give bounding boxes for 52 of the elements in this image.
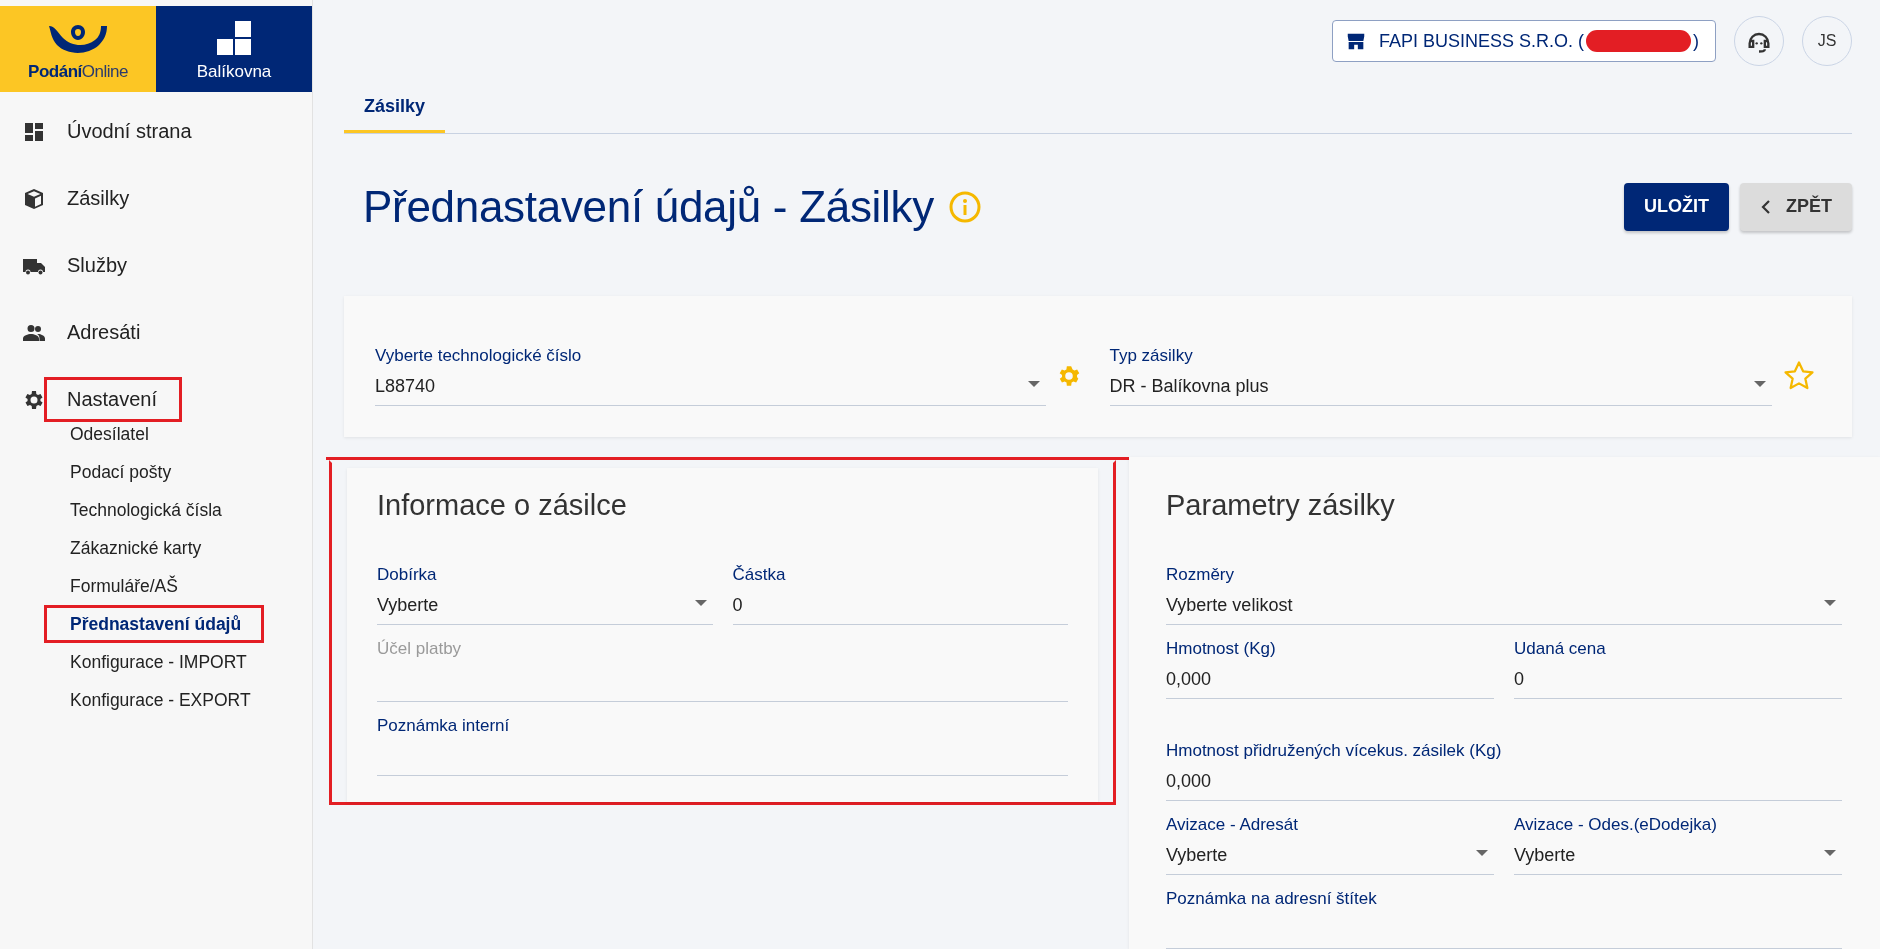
sidebar-subitem[interactable]: Konfigurace - EXPORT	[44, 681, 274, 719]
user-avatar[interactable]: JS	[1802, 16, 1852, 66]
caret-icon	[694, 600, 707, 606]
sidebar-subitem[interactable]: Konfigurace - IMPORT	[44, 643, 270, 681]
sidebar-item[interactable]: Adresáti	[0, 299, 312, 366]
sidebar-label: Adresáti	[66, 320, 142, 345]
input-field[interactable]: Udaná cena 0	[1514, 639, 1842, 699]
caret-icon	[1824, 850, 1836, 856]
company-selector[interactable]: FAPI BUSINESS S.R.O. ( )	[1331, 20, 1716, 62]
caret-icon	[1754, 381, 1766, 388]
sidebar-item[interactable]: Služby	[0, 232, 312, 299]
save-button[interactable]: ULOŽIT	[1624, 182, 1729, 231]
squares-icon	[216, 20, 252, 56]
sidebar-item[interactable]: Zásilky	[0, 165, 312, 232]
logo-text: Balíkovna	[196, 62, 272, 82]
chevron-left-icon	[1760, 199, 1772, 214]
sidebar-subitem[interactable]: Technologická čísla	[44, 491, 245, 529]
sidebar-label: Nastavení	[44, 377, 183, 422]
page-title: Přednastavení údajů - Zásilky	[363, 181, 934, 232]
select-field[interactable]: Typ zásilky DR - Balíkovna plus	[1109, 346, 1772, 407]
back-button[interactable]: ZPĚT	[1740, 182, 1852, 231]
select-field[interactable]: Avizace - Odes.(eDodejka) Vyberte	[1514, 815, 1842, 875]
sidebar-item[interactable]: Úvodní strana	[0, 98, 312, 165]
caret-icon	[1027, 381, 1040, 388]
card-title: Parametry zásilky	[1166, 489, 1396, 522]
input-field[interactable]: Hmotnost (Kg) 0,000	[1166, 639, 1494, 699]
support-button[interactable]	[1734, 16, 1784, 66]
company-name: FAPI BUSINESS S.R.O. ( )	[1378, 30, 1699, 52]
input-field[interactable]: Poznámka na adresní štítek	[1166, 889, 1842, 949]
logo-text: PodáníOnline	[28, 62, 128, 82]
sidebar-label: Úvodní strana	[66, 119, 193, 144]
sidebar-subitem[interactable]: Přednastavení údajů	[44, 605, 265, 643]
info-icon	[947, 189, 982, 224]
select-field[interactable]: Vyberte technologické číslo L88740	[375, 346, 1046, 407]
balikovna-logo[interactable]: Balíkovna	[156, 6, 312, 92]
sidebar-subitem[interactable]: Formuláře/AŠ	[44, 567, 201, 605]
input-field[interactable]: Poznámka interní	[377, 716, 1068, 776]
sidebar-label: Zásilky	[66, 186, 131, 211]
caret-icon	[1824, 600, 1836, 606]
box-icon	[22, 186, 46, 211]
podani-online-logo[interactable]: PodáníOnline	[0, 6, 156, 92]
input-field[interactable]: Hmotnost přidružených vícekus. zásilek (Kg) 0,000	[1166, 741, 1842, 801]
card-title: Informace o zásilce	[377, 489, 628, 522]
sidebar-label: Služby	[66, 253, 129, 278]
select-field[interactable]: Rozměry Vyberte velikost	[1166, 565, 1842, 625]
tab[interactable]: Zásilky	[344, 84, 446, 133]
input-field[interactable]: Částka 0	[732, 565, 1068, 625]
select-field[interactable]: Avizace - Adresát Vyberte	[1166, 815, 1494, 875]
sidebar-subitem[interactable]: Zákaznické karty	[44, 529, 225, 567]
sidebar-subitem[interactable]: Podací pošty	[44, 453, 195, 491]
caret-icon	[1476, 850, 1488, 856]
select-field[interactable]: Dobírka Vyberte	[377, 565, 713, 625]
